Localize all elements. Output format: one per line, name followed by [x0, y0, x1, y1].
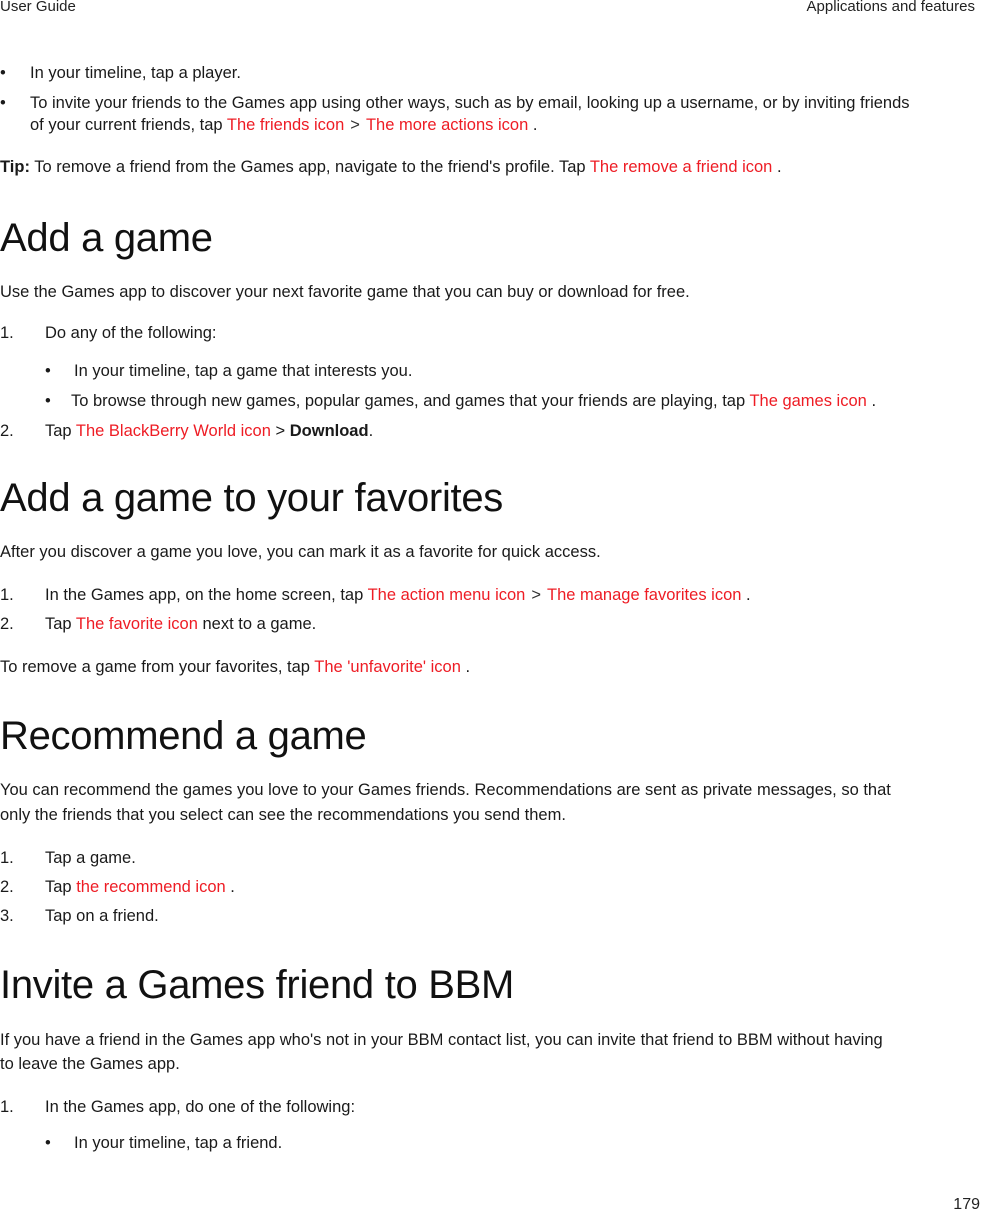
manage-favorites-icon[interactable]: The manage favorites icon: [547, 586, 741, 604]
favorites-desc: After you discover a game you love, you …: [0, 543, 601, 561]
step-number: 1.: [0, 1098, 14, 1116]
period: .: [532, 116, 538, 134]
step-number: 2.: [0, 422, 14, 440]
period: .: [871, 392, 877, 410]
tip-text: To remove a friend from the Games app, n…: [29, 158, 590, 176]
invite-desc-2: to leave the Games app.: [0, 1055, 180, 1073]
games-icon[interactable]: The games icon: [749, 392, 866, 410]
remove-friend-icon[interactable]: The remove a friend icon: [590, 158, 773, 176]
bullet-icon: •: [45, 392, 51, 410]
text: To browse through new games, popular gam…: [71, 392, 750, 410]
period: .: [368, 422, 374, 440]
period: .: [746, 586, 751, 604]
add-game-sub-1: In your timeline, tap a game that intere…: [74, 362, 413, 380]
download-label[interactable]: Download: [290, 422, 369, 440]
favorite-icon[interactable]: The favorite icon: [76, 615, 198, 633]
heading-invite: Invite a Games friend to BBM: [0, 963, 515, 1007]
separator: >: [275, 422, 290, 440]
more-actions-icon[interactable]: The more actions icon: [366, 116, 528, 134]
favorites-remove: To remove a game from your favorites, ta…: [0, 658, 470, 677]
recommend-icon[interactable]: the recommend icon: [76, 878, 226, 896]
invite-step-1: In the Games app, do one of the followin…: [45, 1098, 356, 1116]
text: In the Games app, on the home screen, ta…: [45, 586, 368, 604]
text: next to a game.: [202, 615, 317, 633]
favorites-step-1: In the Games app, on the home screen, ta…: [45, 586, 751, 605]
bullet-icon: •: [0, 94, 6, 112]
intro-bullet-2-line2: of your current friends, tap The friends…: [30, 116, 537, 135]
tip: Tip: To remove a friend from the Games a…: [0, 158, 782, 177]
bullet-icon: •: [45, 362, 51, 380]
heading-recommend: Recommend a game: [0, 714, 367, 758]
step-number: 2.: [0, 878, 14, 896]
add-game-step-2: Tap The BlackBerry World icon > Download…: [45, 422, 373, 441]
text: of your current friends, tap: [30, 116, 227, 134]
recommend-step-2: Tap the recommend icon .: [45, 878, 235, 897]
page-number: 179: [953, 1196, 980, 1213]
text: Tap: [45, 422, 76, 440]
text: To remove a game from your favorites, ta…: [0, 658, 315, 676]
recommend-step-3: Tap on a friend.: [45, 907, 159, 925]
period: .: [776, 158, 782, 176]
header-right: Applications and features: [806, 0, 975, 15]
period: .: [230, 878, 235, 896]
header-left: User Guide: [0, 0, 76, 15]
invite-sub-1: In your timeline, tap a friend.: [74, 1134, 283, 1152]
heading-add-game: Add a game: [0, 216, 213, 260]
intro-bullet-1: In your timeline, tap a player.: [30, 64, 241, 82]
period: .: [465, 658, 471, 676]
step-number: 3.: [0, 907, 14, 925]
add-game-desc: Use the Games app to discover your next …: [0, 283, 690, 301]
invite-desc-1: If you have a friend in the Games app wh…: [0, 1031, 883, 1049]
intro-bullet-2-line1: To invite your friends to the Games app …: [30, 94, 910, 112]
add-game-step-1: Do any of the following:: [45, 324, 217, 342]
favorites-step-2: Tap The favorite icon next to a game.: [45, 615, 316, 634]
bullet-icon: •: [45, 1134, 51, 1152]
heading-favorites: Add a game to your favorites: [0, 476, 503, 520]
text: Tap: [45, 878, 77, 896]
separator: >: [350, 116, 360, 134]
separator: >: [531, 586, 541, 604]
recommend-step-1: Tap a game.: [45, 849, 136, 867]
step-number: 1.: [0, 324, 14, 342]
add-game-sub-2: To browse through new games, popular gam…: [71, 392, 876, 411]
text: Tap: [45, 615, 76, 633]
action-menu-icon[interactable]: The action menu icon: [368, 586, 526, 604]
tip-label: Tip:: [0, 158, 30, 176]
step-number: 2.: [0, 615, 14, 633]
recommend-desc-1: You can recommend the games you love to …: [0, 781, 891, 799]
blackberry-world-icon[interactable]: The BlackBerry World icon: [76, 422, 271, 440]
bullet-icon: •: [0, 64, 6, 82]
recommend-desc-2: only the friends that you select can see…: [0, 806, 566, 824]
step-number: 1.: [0, 849, 14, 867]
friends-icon[interactable]: The friends icon: [227, 116, 344, 134]
unfavorite-icon[interactable]: The 'unfavorite' icon: [314, 658, 461, 676]
step-number: 1.: [0, 586, 14, 604]
